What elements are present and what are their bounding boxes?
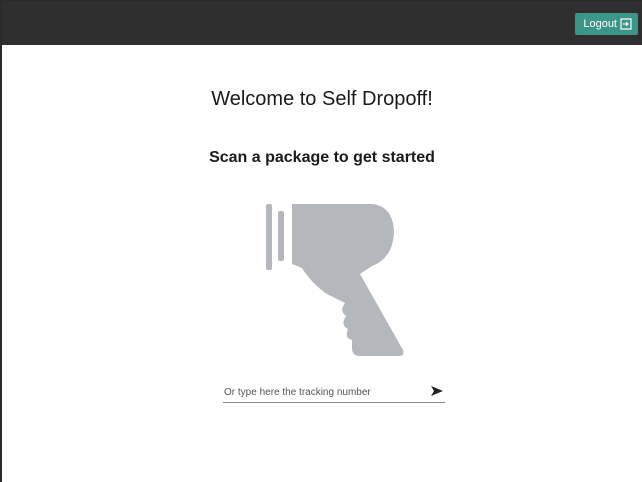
logout-button[interactable]: Logout (575, 13, 638, 35)
send-icon[interactable] (429, 383, 445, 399)
welcome-heading: Welcome to Self Dropoff! (211, 88, 433, 110)
top-bar: Logout (2, 1, 642, 45)
logout-label: Logout (583, 18, 617, 30)
tracking-number-field[interactable] (223, 379, 445, 403)
barcode-scanner-icon (260, 198, 420, 365)
logout-icon (620, 18, 632, 30)
scan-instruction: Scan a package to get started (209, 149, 435, 166)
tracking-number-input[interactable] (224, 383, 414, 401)
app-window: Logout Welcome to Self Dropoff! Scan a p… (0, 0, 642, 482)
